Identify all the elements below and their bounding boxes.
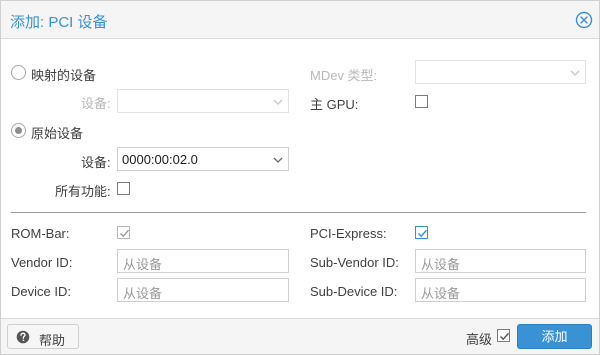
mapped-device-select[interactable] [117, 89, 289, 113]
primary-gpu-label: 主 GPU: [310, 97, 359, 112]
raw-device-select-label: 设备: [81, 155, 111, 170]
mapped-device-label: 映射的设备 [31, 68, 97, 83]
advanced-checkbox[interactable] [497, 329, 510, 342]
mapped-device-radio[interactable] [11, 65, 26, 80]
all-functions-label: 所有功能: [55, 184, 111, 199]
primary-gpu-checkbox[interactable] [415, 95, 428, 108]
question-circle-icon [16, 330, 30, 344]
rombar-checkbox[interactable] [117, 226, 130, 239]
sub-device-id-label: Sub-Device ID: [310, 284, 398, 299]
dialog-title: 添加: PCI 设备 [10, 14, 108, 31]
raw-device-select[interactable]: 0000:00:02.0 [117, 147, 289, 171]
check-icon [120, 229, 130, 238]
help-button[interactable]: 帮助 [7, 324, 79, 349]
mdev-type-select[interactable] [415, 60, 586, 84]
all-functions-checkbox[interactable] [117, 182, 130, 195]
raw-device-radio[interactable] [11, 123, 26, 138]
close-icon[interactable] [575, 11, 593, 29]
raw-device-value: 0000:00:02.0 [122, 152, 198, 167]
sub-device-id-input[interactable]: 从设备 [415, 278, 586, 302]
rombar-label: ROM-Bar: [11, 226, 70, 241]
sub-vendor-id-label: Sub-Vendor ID: [310, 255, 399, 270]
vendor-id-input[interactable]: 从设备 [117, 249, 289, 273]
mdev-type-label: MDev 类型: [310, 68, 378, 83]
device-id-placeholder: 从设备 [123, 286, 163, 301]
add-button[interactable]: 添加 [517, 324, 592, 349]
add-pci-device-dialog: 添加: PCI 设备 映射的设备 设备: MDev 类型: 主 GPU: 原始设… [0, 0, 600, 355]
pcie-checkbox[interactable] [415, 226, 428, 239]
device-id-label: Device ID: [11, 284, 71, 299]
sub-vendor-id-input[interactable]: 从设备 [415, 249, 586, 273]
device-id-input[interactable]: 从设备 [117, 278, 289, 302]
chevron-down-icon [273, 157, 283, 163]
dialog-titlebar: 添加: PCI 设备 [1, 1, 599, 39]
pcie-label: PCI-Express: [310, 226, 387, 241]
chevron-down-icon [273, 99, 283, 105]
advanced-label: 高级 [466, 332, 493, 347]
vendor-id-placeholder: 从设备 [123, 257, 163, 272]
sub-device-id-placeholder: 从设备 [421, 286, 461, 301]
dialog-footer: 帮助 高级 添加 [1, 318, 599, 354]
check-icon [417, 229, 428, 238]
vendor-id-label: Vendor ID: [11, 255, 73, 270]
help-button-label: 帮助 [39, 333, 66, 348]
check-icon [500, 332, 510, 341]
mapped-device-select-label: 设备: [81, 96, 111, 111]
chevron-down-icon [570, 70, 580, 76]
raw-device-label: 原始设备 [31, 126, 84, 141]
sub-vendor-id-placeholder: 从设备 [421, 257, 461, 272]
section-divider [11, 212, 586, 213]
